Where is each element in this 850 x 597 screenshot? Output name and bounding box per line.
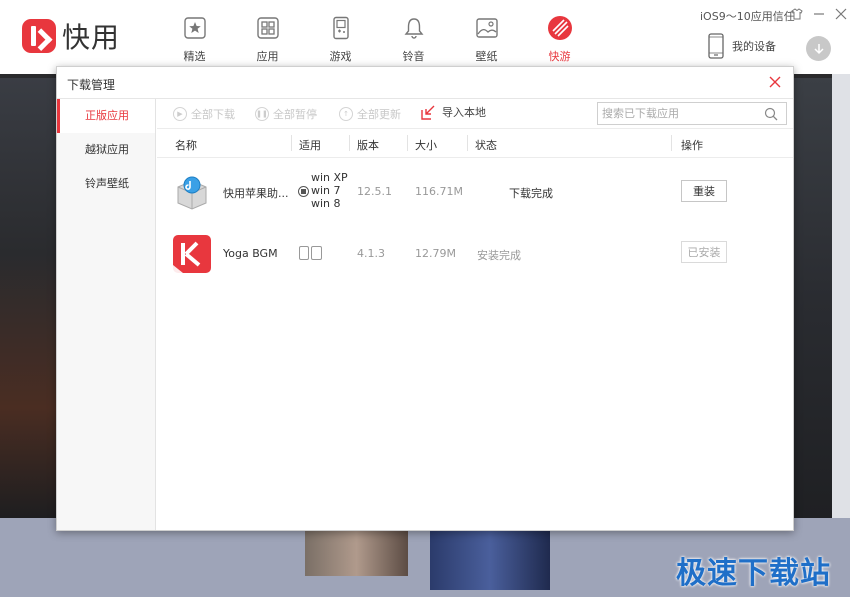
app-size: 12.79M	[415, 247, 456, 260]
table-header: 名称 适用 版本 大小 状态 操作	[157, 129, 793, 158]
main-nav: 精选 应用 游戏 铃音 壁纸 快游	[158, 0, 596, 74]
watermark: 极速下载站	[676, 556, 831, 591]
close-icon[interactable]	[834, 6, 848, 22]
table-row: Yoga BGM 4.1.3 12.79M 安装完成 已安装	[157, 225, 793, 289]
nav-item-featured[interactable]: 精选	[158, 0, 231, 74]
app-version: 12.5.1	[357, 185, 392, 198]
featured-star-icon	[182, 15, 208, 41]
yoga-bgm-app-icon	[173, 235, 211, 273]
nav-label: 快游	[548, 50, 571, 63]
column-separator	[467, 135, 468, 151]
logo-text: 快用	[62, 21, 121, 54]
app-name: Yoga BGM	[223, 247, 278, 260]
app-status: 安装完成	[477, 249, 521, 262]
kuaiyou-icon	[547, 15, 573, 41]
sidebar-item-jailbreak-apps[interactable]: 越狱应用	[57, 133, 155, 167]
column-header-compat: 适用	[299, 139, 321, 152]
nav-item-ringtones[interactable]: 铃音	[377, 0, 450, 74]
column-header-action: 操作	[681, 139, 703, 152]
app-logo: 快用	[22, 16, 120, 56]
pause-icon: ❚❚	[255, 107, 269, 121]
app-size: 116.71M	[415, 185, 463, 198]
pause-all-label: 全部暂停	[273, 108, 317, 121]
kuaiyong-helper-app-icon	[173, 173, 211, 211]
game-thumbnail[interactable]	[430, 530, 550, 590]
nav-item-games[interactable]: 游戏	[304, 0, 377, 74]
my-device-button[interactable]: 我的设备	[708, 33, 776, 59]
column-separator	[291, 135, 292, 151]
nav-label: 壁纸	[475, 50, 498, 63]
nav-label: 游戏	[329, 50, 352, 63]
nav-label: 应用	[256, 50, 279, 63]
update-all-button[interactable]: ↑ 全部更新	[339, 106, 401, 122]
app-version: 4.1.3	[357, 247, 385, 260]
minimize-icon[interactable]	[812, 6, 826, 22]
play-icon: ▶	[173, 107, 187, 121]
reinstall-button[interactable]: 重装	[681, 180, 727, 202]
skin-icon[interactable]	[790, 6, 804, 22]
column-header-size: 大小	[415, 139, 437, 152]
pause-all-button[interactable]: ❚❚ 全部暂停	[255, 106, 317, 122]
gamepad-icon	[328, 15, 354, 41]
nav-label: 铃音	[402, 50, 425, 63]
nav-item-wallpaper[interactable]: 壁纸	[450, 0, 523, 74]
wallpaper-icon	[474, 15, 500, 41]
app-status: 下载完成	[509, 187, 553, 200]
sidebar-item-ringtones-wallpapers[interactable]: 铃声壁纸	[57, 167, 155, 201]
background-banner-left	[0, 78, 56, 518]
search-icon[interactable]	[764, 107, 778, 121]
scrollbar-track[interactable]	[832, 74, 850, 518]
apps-grid-icon	[255, 15, 281, 41]
download-all-button[interactable]: ▶ 全部下载	[173, 106, 235, 122]
compat-item: win 8	[311, 197, 341, 210]
download-manager-button[interactable]	[806, 36, 831, 61]
phone-icon	[708, 33, 724, 59]
background-banner-right	[794, 78, 832, 518]
column-separator	[349, 135, 350, 151]
dialog-title: 下载管理	[67, 78, 116, 92]
column-header-version: 版本	[357, 139, 379, 152]
game-thumbnail[interactable]	[305, 530, 408, 576]
nav-label: 精选	[183, 50, 206, 63]
column-header-status: 状态	[475, 139, 497, 152]
search-input[interactable]	[598, 103, 758, 124]
dialog-sidebar: 正版应用 越狱应用 铃声壁纸	[57, 99, 156, 530]
bell-icon	[401, 15, 427, 41]
import-icon	[421, 105, 435, 120]
compat-item: win 7	[311, 184, 341, 197]
ios-trust-link[interactable]: iOS9～10应用信任	[700, 8, 795, 24]
column-header-name: 名称	[175, 139, 197, 152]
nav-item-apps[interactable]: 应用	[231, 0, 304, 74]
sidebar-item-official-apps[interactable]: 正版应用	[57, 99, 155, 133]
installed-button: 已安装	[681, 241, 727, 263]
column-separator	[407, 135, 408, 151]
update-all-label: 全部更新	[357, 108, 401, 121]
update-icon: ↑	[339, 107, 353, 121]
download-arrow-icon	[813, 43, 824, 54]
device-label: 我的设备	[732, 40, 776, 53]
app-name: 快用苹果助...	[223, 187, 289, 200]
compat-item: win XP	[311, 171, 348, 184]
logo-k-icon	[22, 19, 56, 53]
dialog-toolbar: ▶ 全部下载 ❚❚ 全部暂停 ↑ 全部更新 导入本地	[157, 99, 793, 129]
dialog-close-icon[interactable]	[769, 73, 781, 92]
download-manager-dialog: 下载管理 正版应用 越狱应用 铃声壁纸 ▶ 全部下载 ❚❚ 全部暂停 ↑ 全部更…	[56, 66, 794, 531]
import-local-label: 导入本地	[442, 106, 486, 119]
download-all-label: 全部下载	[191, 108, 235, 121]
compat-list: win XP win 7 win 8	[311, 171, 348, 210]
dialog-header: 下载管理	[57, 67, 793, 99]
top-bar: 快用 精选 应用 游戏 铃音 壁纸 快游 iOS9～10应用信任 我的设备	[0, 0, 850, 74]
nav-item-kuaiyou[interactable]: 快游	[523, 0, 596, 74]
column-separator	[671, 135, 672, 151]
iphone-ipad-icon	[299, 246, 322, 260]
import-local-button[interactable]: 导入本地	[421, 104, 486, 120]
windows-icon	[298, 186, 309, 197]
search-box	[597, 102, 787, 125]
dialog-main: ▶ 全部下载 ❚❚ 全部暂停 ↑ 全部更新 导入本地 名称 适用	[157, 99, 793, 530]
window-controls	[790, 6, 848, 22]
table-row: 快用苹果助... win XP win 7 win 8 12.5.1 116.7…	[157, 161, 793, 225]
